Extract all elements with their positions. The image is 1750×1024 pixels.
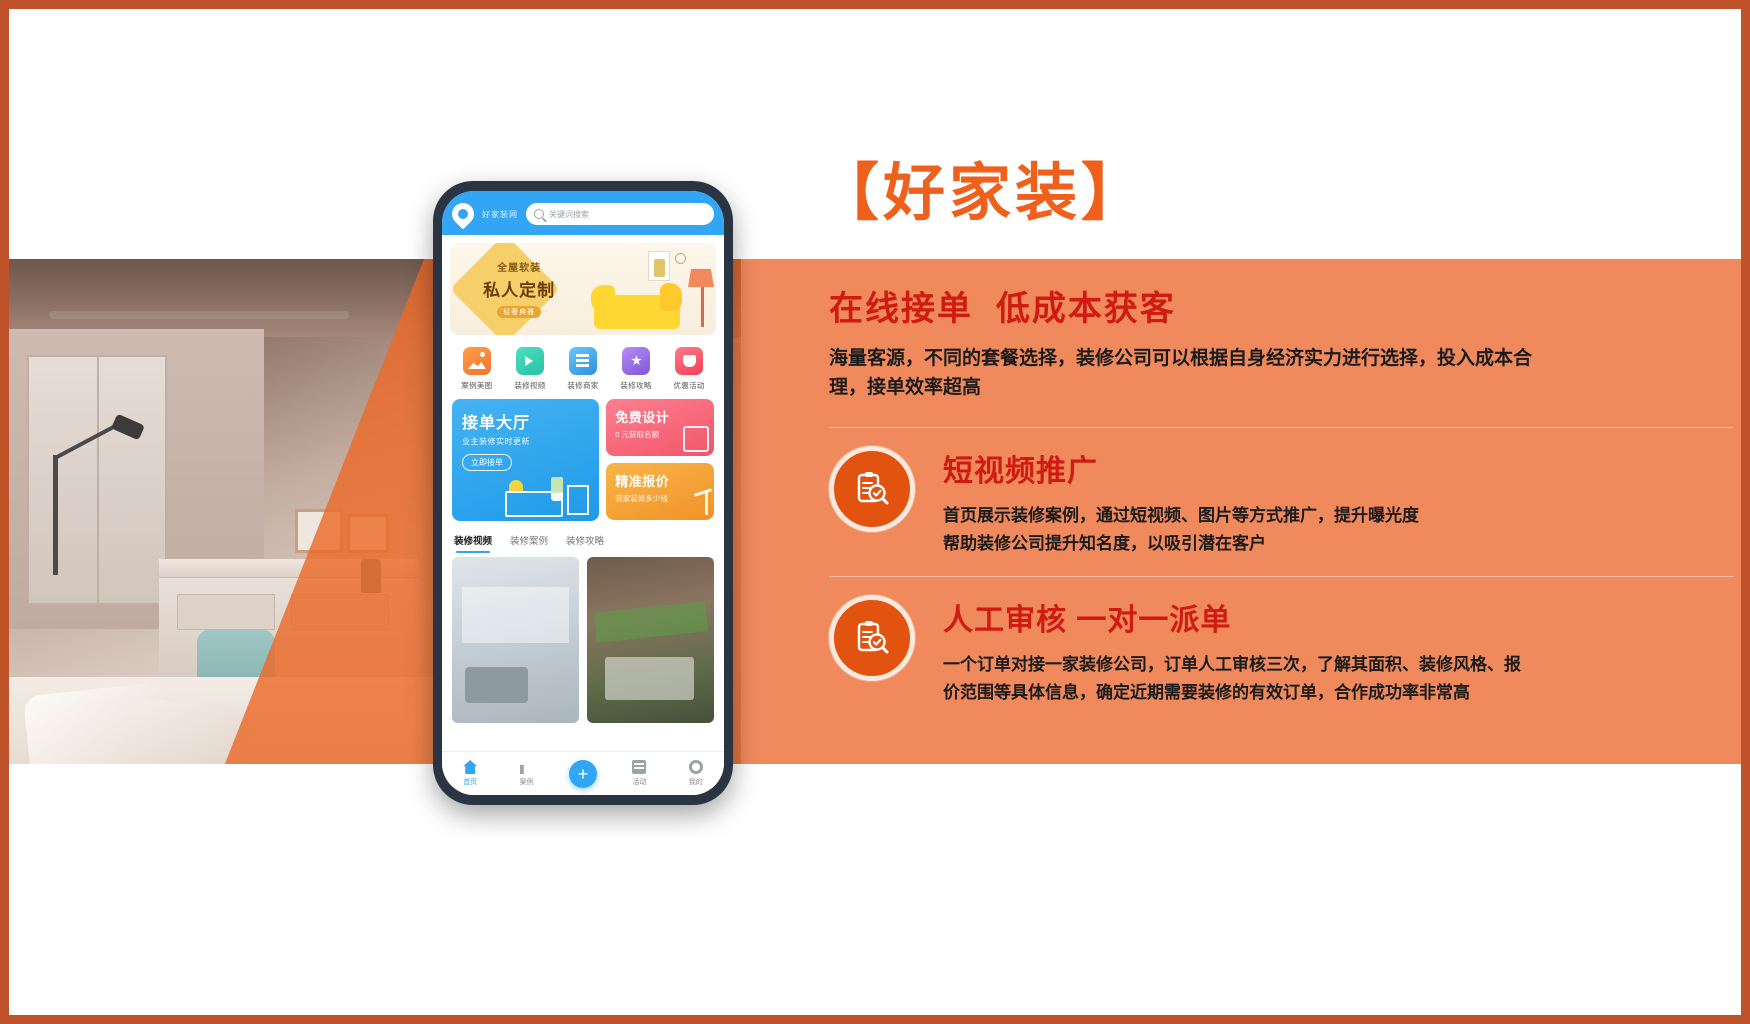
shop-icon (568, 347, 597, 375)
case-icon (519, 764, 524, 774)
order-hall-subtitle: 业主装修实时更新 (462, 437, 530, 446)
home-icon (463, 760, 478, 774)
hero-illustration (588, 243, 716, 335)
content-thumbnails (442, 553, 724, 723)
poster-canvas: 在线接单 低成本获客 海量客源，不同的套餐选择，装修公司可以根据自身经济实力进行… (0, 0, 1750, 1024)
quick-entry-item[interactable]: 优惠活动 (664, 347, 714, 391)
feature-body-2-line-1: 一个订单对接一家装修公司，订单人工审核三次，了解其面积、装修风格、报 (943, 654, 1521, 674)
bottom-nav: 首页 案例 + 活动 我的 (442, 751, 724, 795)
profile-icon (688, 760, 703, 774)
quick-entry-row: 案例美图 装修视频 装修商家 装修攻略 优惠活动 (442, 335, 724, 399)
quick-entry-label: 案例美图 (461, 381, 493, 390)
tab-decoration-case[interactable]: 装修案例 (510, 533, 548, 553)
search-icon (534, 209, 544, 219)
plus-icon[interactable]: + (568, 759, 597, 788)
order-hall-illustration (497, 465, 593, 517)
quick-entry-item[interactable]: 装修攻略 (611, 347, 661, 391)
nav-label: 我的 (688, 779, 703, 786)
app-logo-icon (447, 198, 479, 230)
promo-cards: 接单大厅 业主装修实时更新 立即接单 免费设计 0 元获取名额 精准报价 我家装… (442, 399, 724, 521)
feature-panel: 在线接单 低成本获客 海量客源，不同的套餐选择，装修公司可以根据自身经济实力进行… (741, 259, 1741, 764)
hero-banner[interactable]: 全屋软装 私人定制 轻奢典雅 (450, 243, 716, 335)
thumbnail-item[interactable] (452, 557, 579, 723)
clipboard-search-icon (829, 594, 915, 681)
page-title: 【好家装】 (817, 156, 1148, 229)
feature-title-2: 人工审核 一对一派单 (943, 603, 1232, 637)
nav-item-home[interactable]: 首页 (442, 760, 498, 787)
nav-item-activity[interactable]: 活动 (611, 760, 667, 787)
nav-label: 活动 (632, 779, 647, 786)
star-book-icon (622, 347, 651, 375)
quick-entry-item[interactable]: 装修视频 (505, 347, 555, 391)
thumbnail-item[interactable] (587, 557, 714, 723)
wardrobe (27, 355, 167, 605)
feature-body-1-line-1: 首页展示装修案例，通过短视频、图片等方式推广，提升曝光度 (943, 505, 1419, 525)
app-logo-text: 好家装网 (482, 209, 518, 219)
floor-lamp-pole (701, 285, 704, 327)
app-screen: 好家装网 关键词搜索 全屋软装 私人定制 轻奢典雅 案例美图 装修视频 装修商家… (442, 191, 724, 795)
nav-label: 首页 (463, 779, 478, 786)
activity-icon (632, 760, 647, 774)
feature-section-1: 短视频推广 首页展示装修案例，通过短视频、图片等方式推广，提升曝光度 帮助装修公… (829, 428, 1733, 558)
quick-entry-item[interactable]: 装修商家 (558, 347, 608, 391)
coupon-icon (675, 347, 704, 375)
quote-subtitle: 我家装修多少钱 (615, 494, 668, 503)
content-tabs: 装修视频 装修案例 装修攻略 (442, 521, 724, 553)
sofa-illustration (591, 283, 683, 329)
free-design-card[interactable]: 免费设计 0 元获取名额 (606, 399, 714, 456)
quote-title: 精准报价 (615, 474, 670, 489)
order-hall-card[interactable]: 接单大厅 业主装修实时更新 立即接单 (452, 399, 600, 521)
panel-headline-body: 海量客源，不同的套餐选择，装修公司可以根据自身经济实力进行选择，投入成本合理，接… (829, 348, 1533, 399)
floor-lamp-shade (688, 269, 714, 287)
tab-decoration-guide[interactable]: 装修攻略 (566, 533, 604, 553)
tripod-illustration (705, 491, 708, 515)
panel-headline: 在线接单 低成本获客 (829, 290, 1176, 328)
chair-illustration (683, 426, 709, 452)
feature-body-1-line-2: 帮助装修公司提升知名度，以吸引潜在客户 (943, 533, 1266, 553)
quick-entry-label: 装修商家 (567, 381, 599, 390)
app-header: 好家装网 关键词搜索 (442, 191, 724, 235)
clock-icon (675, 253, 686, 264)
lamp-post (53, 455, 58, 575)
clipboard-search-icon (829, 445, 915, 532)
nav-label: 案例 (519, 779, 534, 786)
hero-line-1: 全屋软装 (497, 263, 542, 274)
video-icon (515, 347, 544, 375)
nav-item-case[interactable]: 案例 (498, 760, 554, 787)
quote-card[interactable]: 精准报价 我家装修多少钱 (606, 463, 714, 520)
image-icon (462, 347, 491, 375)
nav-item-add[interactable]: + (555, 759, 611, 788)
tab-decoration-video[interactable]: 装修视频 (454, 533, 492, 553)
quick-entry-label: 装修视频 (514, 381, 546, 390)
search-placeholder: 关键词搜索 (549, 209, 589, 219)
quick-entry-item[interactable]: 案例美图 (452, 347, 502, 391)
quick-entry-label: 优惠活动 (673, 381, 705, 390)
hero-line-2: 私人定制 (483, 281, 556, 300)
search-input[interactable]: 关键词搜索 (526, 203, 714, 225)
wall-art-icon (648, 251, 670, 281)
hero-tag: 轻奢典雅 (497, 306, 542, 318)
quick-entry-label: 装修攻略 (620, 381, 652, 390)
nav-item-profile[interactable]: 我的 (668, 760, 724, 787)
feature-title-1: 短视频推广 (943, 454, 1098, 488)
phone-mockup: 好家装网 关键词搜索 全屋软装 私人定制 轻奢典雅 案例美图 装修视频 装修商家… (433, 181, 733, 805)
feature-section-2: 人工审核 一对一派单 一个订单对接一家装修公司，订单人工审核三次，了解其面积、装… (829, 577, 1733, 707)
order-hall-title: 接单大厅 (462, 415, 531, 432)
free-design-title: 免费设计 (615, 410, 670, 425)
feature-body-2-line-2: 价范围等具体信息，确定近期需要装修的有效订单，合作成功率非常高 (943, 683, 1470, 703)
